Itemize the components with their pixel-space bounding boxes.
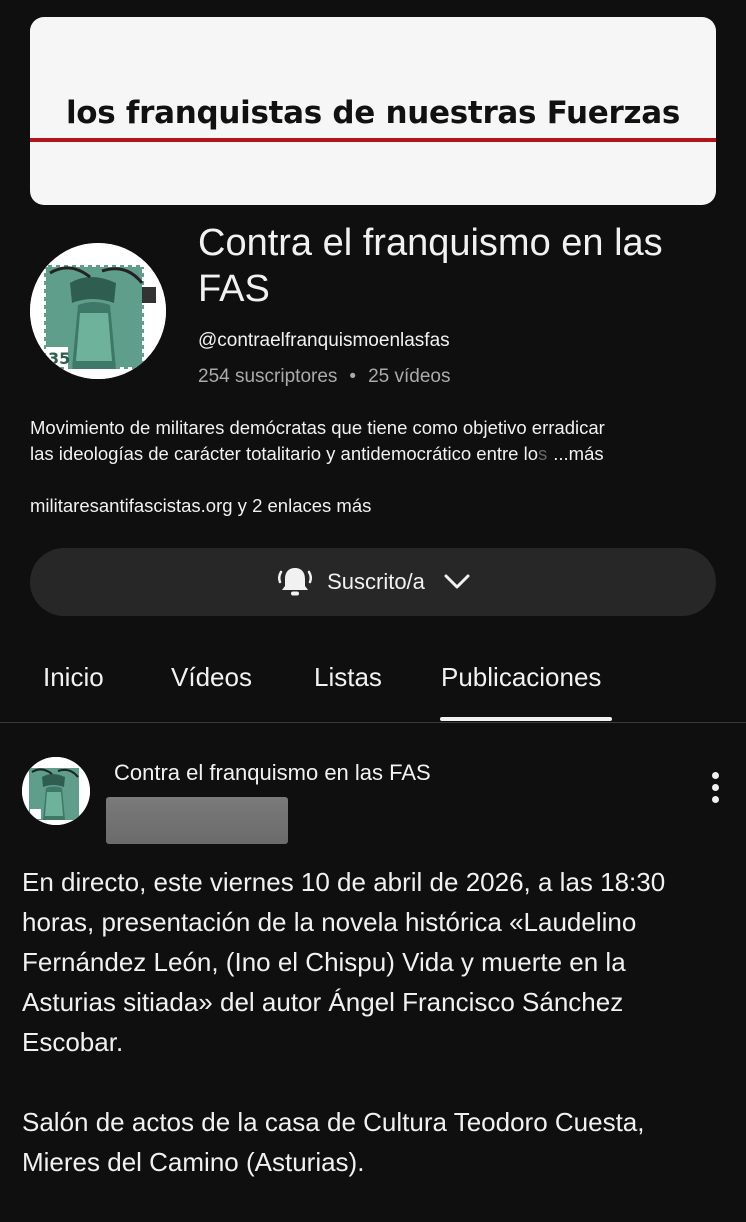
post-paragraph-2: Salón de actos de la casa de Cultura Teo… [22,1107,645,1177]
description-more-link[interactable]: ...más [553,441,603,467]
banner-text: los franquistas de nuestras Fuerzas [65,95,681,131]
channel-banner: los franquistas de nuestras Fuerzas [30,17,716,205]
post-author-name[interactable]: Contra el franquismo en las FAS [114,760,431,786]
stamp-value: 35 [48,349,70,368]
post-content: En directo, este viernes 10 de abril de … [22,862,722,1222]
subscribed-label: Suscrito/a [327,569,425,594]
redacted-timestamp [106,797,288,844]
post-author-avatar[interactable] [22,757,90,825]
bell-ringing-icon [278,568,313,596]
channel-handle: @contraelfranquismoenlasfas [198,330,450,351]
active-tab-indicator [440,717,612,721]
stats-separator: • [349,366,357,387]
tab-videos[interactable]: Vídeos [171,662,252,693]
channel-name: Contra el franquismo en las FAS [198,222,663,310]
channel-link-main[interactable]: militaresantifascistas.org [30,495,233,516]
description-fade: s [538,443,548,464]
banner-red-line [30,138,716,142]
subscribed-button[interactable]: Suscrito/a [30,548,716,616]
more-options-icon[interactable] [700,772,730,808]
channel-links[interactable]: militaresantifascistas.org y 2 enlaces m… [30,495,371,517]
video-count: 25 vídeos [368,366,451,387]
stamp-avatar-image-small [22,757,90,825]
stamp-avatar-image: 35 [30,243,166,379]
tab-listas[interactable]: Listas [314,662,382,693]
channel-stats: 254 suscriptores • 25 vídeos [198,366,450,388]
description-line-1: Movimiento de militares demócratas que t… [30,417,605,438]
post-paragraph-1: En directo, este viernes 10 de abril de … [22,867,666,1057]
tab-inicio[interactable]: Inicio [43,662,104,693]
channel-avatar[interactable]: 35 [30,243,166,379]
subscriber-count: 254 suscriptores [198,366,338,387]
channel-tabs: Inicio Vídeos Listas Publicaciones [0,640,746,723]
channel-links-more[interactable]: y 2 enlaces más [233,495,372,516]
channel-description[interactable]: Movimiento de militares demócratas que t… [30,415,720,467]
tab-publicaciones[interactable]: Publicaciones [441,662,601,693]
chevron-down-icon [444,574,470,589]
description-line-2: las ideologías de carácter totalitario y… [30,443,538,464]
